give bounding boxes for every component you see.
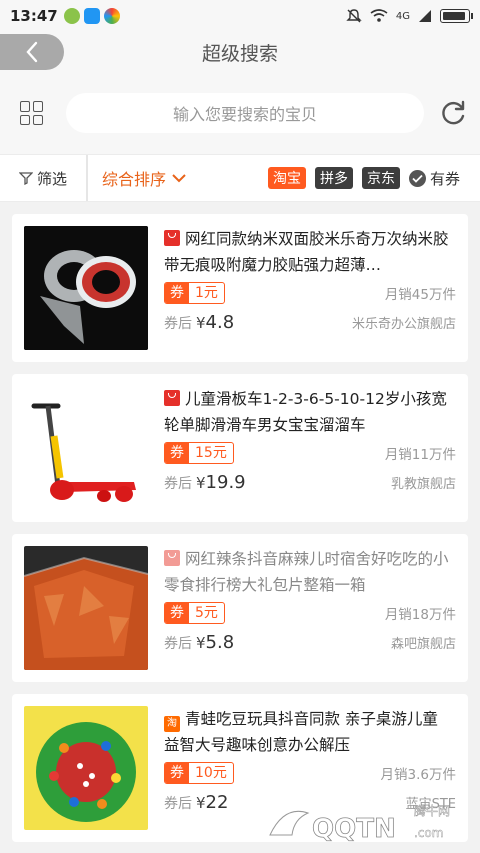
product-card[interactable]: 网红辣条抖音麻辣儿时宿舍好吃吃的小零食排行榜大礼包片整箱一箱 券 5元 月销18…	[12, 534, 468, 682]
status-right: 4G	[346, 8, 473, 24]
currency-symbol: ¥	[196, 314, 206, 332]
search-input[interactable]: 输入您要搜索的宝贝	[66, 93, 424, 133]
sales-count: 月销45万件	[384, 287, 456, 303]
coupon-row: 券 15元 月销11万件	[164, 442, 456, 464]
network-label: 4G	[395, 10, 410, 22]
coupon-value: 10元	[195, 765, 227, 781]
coupon-row: 券 10元 月销3.6万件	[164, 762, 456, 784]
currency-symbol: ¥	[196, 794, 206, 812]
product-info: 网红同款纳米双面胶米乐奇万次纳米胶带无痕吸附魔力胶贴强力超薄… 券 1元 月销4…	[164, 226, 456, 350]
price-row: 券后 ¥ 4.8 米乐奇办公旗舰店	[164, 312, 456, 333]
chevron-down-icon	[172, 174, 186, 183]
page-title: 超级搜索	[201, 42, 278, 65]
coupon-row: 券 1元 月销45万件	[164, 282, 456, 304]
product-image	[24, 386, 148, 510]
price: 22	[205, 792, 229, 813]
product-title: 淘青蛙吃豆玩具抖音同款 亲子桌游儿童 益智大号趣味创意办公解压	[164, 710, 438, 754]
title-bar: 超级搜索	[0, 32, 480, 72]
after-coupon-label: 券后	[164, 476, 192, 492]
sort-label: 综合排序	[102, 170, 167, 189]
chevron-left-icon	[26, 41, 38, 63]
currency-symbol: ¥	[196, 634, 206, 652]
wifi-icon	[370, 9, 388, 22]
store-name[interactable]: 乳教旗舰店	[391, 473, 456, 492]
product-info: 儿童滑板车1-2-3-6-5-10-12岁小孩宽轮单脚滑滑车男女宝宝溜溜车 券 …	[164, 386, 456, 510]
product-list: 网红同款纳米双面胶米乐奇万次纳米胶带无痕吸附魔力胶贴强力超薄… 券 1元 月销4…	[0, 202, 480, 842]
coupon-value: 5元	[195, 605, 218, 621]
after-coupon-label: 券后	[164, 796, 192, 812]
coupon-toggle-label: 有券	[429, 169, 460, 188]
price-row: 券后 ¥ 5.8 森吧旗舰店	[164, 632, 456, 653]
sales-count: 月销18万件	[384, 607, 456, 623]
product-title: 网红同款纳米双面胶米乐奇万次纳米胶带无痕吸附魔力胶贴强力超薄…	[164, 230, 449, 274]
svg-text:QQTN: QQTN	[312, 814, 396, 844]
product-image	[24, 226, 148, 350]
svg-text:腾牛网: 腾牛网	[414, 803, 450, 818]
platform-tabs: 淘宝 拼多 京东 有券	[267, 167, 480, 189]
price: 5.8	[205, 632, 235, 653]
notification-icons	[63, 8, 120, 24]
after-coupon-label: 券后	[164, 636, 192, 652]
product-image	[24, 546, 148, 670]
sales-count: 月销11万件	[384, 447, 456, 463]
app2-icon	[103, 8, 120, 24]
back-button[interactable]	[0, 34, 64, 70]
taobao-icon: 淘	[164, 716, 180, 732]
svg-text:.com: .com	[414, 826, 443, 840]
tmall-icon	[164, 230, 180, 246]
store-name[interactable]: 森吧旗舰店	[391, 633, 456, 652]
currency-symbol: ¥	[196, 474, 206, 492]
sales-count: 月销3.6万件	[380, 767, 456, 783]
product-title: 儿童滑板车1-2-3-6-5-10-12岁小孩宽轮单脚滑滑车男女宝宝溜溜车	[164, 390, 447, 434]
coupon-value: 1元	[195, 285, 218, 301]
price-row: 券后 ¥ 19.9 乳教旗舰店	[164, 472, 456, 493]
filter-icon	[18, 172, 33, 185]
category-grid-icon[interactable]	[20, 101, 44, 125]
coupon-toggle[interactable]: 有券	[408, 168, 460, 189]
coupon-value: 15元	[195, 445, 227, 461]
filter-label: 筛选	[36, 169, 67, 188]
product-info: 网红辣条抖音麻辣儿时宿舍好吃吃的小零食排行榜大礼包片整箱一箱 券 5元 月销18…	[164, 546, 456, 670]
app-icon	[63, 8, 80, 24]
coupon-badge: 券 15元	[164, 442, 234, 464]
signal-icon	[419, 10, 431, 22]
store-name[interactable]: 米乐奇办公旗舰店	[352, 313, 456, 332]
status-bar: 13:47 4G	[0, 0, 480, 32]
filter-button[interactable]: 筛选	[0, 155, 88, 201]
coupon-badge: 券 1元	[164, 282, 225, 304]
coupon-badge: 券 10元	[164, 762, 234, 784]
battery-icon	[440, 9, 473, 23]
coupon-badge: 券 5元	[164, 602, 225, 624]
price: 19.9	[205, 472, 246, 493]
product-card[interactable]: 儿童滑板车1-2-3-6-5-10-12岁小孩宽轮单脚滑滑车男女宝宝溜溜车 券 …	[12, 374, 468, 522]
check-icon	[408, 169, 426, 187]
platform-jd[interactable]: 京东	[361, 167, 400, 189]
tmall-icon	[164, 550, 180, 566]
product-title: 网红辣条抖音麻辣儿时宿舍好吃吃的小零食排行榜大礼包片整箱一箱	[164, 550, 449, 594]
after-coupon-label: 券后	[164, 316, 192, 332]
coupon-row: 券 5元 月销18万件	[164, 602, 456, 624]
search-placeholder: 输入您要搜索的宝贝	[172, 105, 317, 124]
filter-bar: 筛选 综合排序 淘宝 拼多 京东 有券	[0, 154, 480, 202]
status-time: 13:47	[10, 7, 58, 25]
product-image	[24, 706, 148, 830]
price: 4.8	[205, 312, 235, 333]
qqtn-watermark-logo: QQTN .com 腾牛网	[269, 803, 450, 844]
platform-pinduoduo[interactable]: 拼多	[314, 167, 353, 189]
mute-icon	[346, 9, 362, 23]
sort-dropdown[interactable]: 综合排序	[102, 166, 186, 190]
scan-icon	[83, 8, 100, 24]
platform-taobao[interactable]: 淘宝	[267, 167, 306, 189]
tmall-icon	[164, 390, 180, 406]
refresh-icon[interactable]	[438, 98, 468, 128]
product-card[interactable]: 网红同款纳米双面胶米乐奇万次纳米胶带无痕吸附魔力胶贴强力超薄… 券 1元 月销4…	[12, 214, 468, 362]
search-bar: 输入您要搜索的宝贝	[0, 72, 480, 154]
